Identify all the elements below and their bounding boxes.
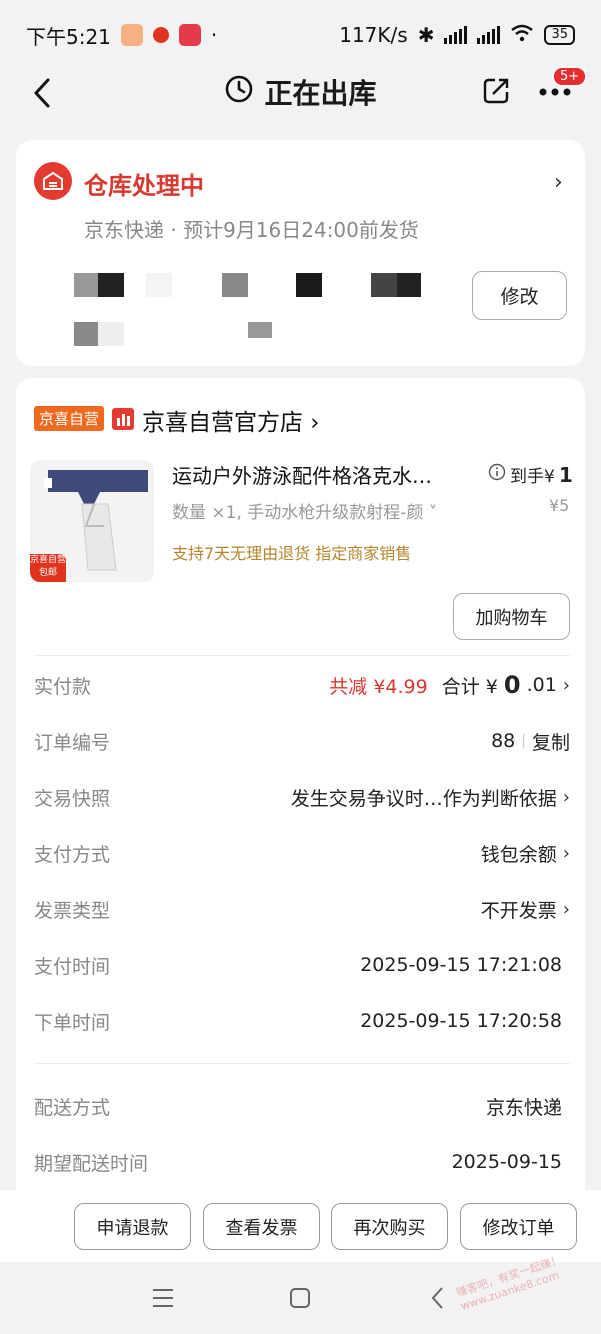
row-value: 2025-09-15 17:20:58: [360, 1010, 562, 1032]
bluetooth-icon: ✱: [417, 23, 435, 47]
price-value: 1: [558, 462, 573, 487]
row-label: 订单编号: [34, 731, 111, 754]
menu-icon[interactable]: [152, 1288, 174, 1312]
chevron-right-icon: ›: [562, 842, 570, 864]
row-label: 交易快照: [34, 787, 111, 810]
order-number-row: 订单编号 88 | 复制: [34, 721, 570, 761]
status-app-icons: ·: [120, 23, 218, 47]
separator: |: [521, 733, 526, 749]
store-logo-icon: [112, 408, 134, 430]
price-label: 到手¥: [510, 467, 555, 487]
product-image-tag: 京喜自营 包邮: [30, 554, 66, 582]
chevron-right-icon: ›: [562, 786, 570, 808]
row-value: 钱包余额: [480, 843, 557, 866]
image-tag-line2: 包邮: [38, 568, 57, 578]
divider: [34, 655, 570, 656]
view-invoice-button[interactable]: 查看发票: [203, 1203, 320, 1250]
info-icon[interactable]: [488, 463, 506, 486]
page-title-text: 正在出库: [264, 77, 377, 110]
clock-icon: [224, 74, 254, 111]
copy-button[interactable]: 复制: [532, 728, 570, 755]
row-label: 下单时间: [34, 1011, 111, 1034]
row-label: 发票类型: [34, 899, 111, 922]
discount-amount: 共减 ¥4.99: [329, 675, 428, 698]
row-value: 2025-09-15: [451, 1151, 562, 1173]
row-label: 期望配送时间: [34, 1152, 149, 1175]
dot-icon: ·: [210, 23, 218, 47]
delivery-estimate: 京东快递 · 预计9月16日24:00前发货: [84, 218, 419, 242]
signal-icon: [444, 26, 468, 44]
signal-hd-icon: [477, 26, 501, 44]
row-value: 发生交易争议时…作为判断依据: [290, 787, 557, 810]
chevron-right-icon: ›: [562, 898, 570, 920]
product-title[interactable]: 运动户外游泳配件格洛克水…: [172, 460, 472, 489]
image-tag-line1: 京喜自营: [30, 555, 67, 565]
order-time-row: 下单时间 2025-09-15 17:20:58: [34, 1001, 570, 1041]
total-int: 0: [503, 671, 521, 699]
nav-bar: 正在出库: [0, 62, 601, 124]
home-icon[interactable]: [289, 1287, 311, 1313]
app-notification-icon: [120, 24, 143, 46]
refund-button[interactable]: 申请退款: [74, 1203, 191, 1250]
buy-again-button[interactable]: 再次购买: [331, 1203, 448, 1250]
back-nav-icon[interactable]: [430, 1286, 446, 1314]
share-icon[interactable]: [481, 76, 511, 106]
modify-order-button[interactable]: 修改订单: [460, 1203, 577, 1250]
store-tag: 京喜自营: [34, 406, 105, 431]
payment-method-row[interactable]: 支付方式 钱包余额 ›: [34, 833, 570, 873]
product-image[interactable]: 京喜自营 包邮: [30, 460, 154, 582]
row-label: 配送方式: [34, 1096, 111, 1119]
payment-summary-row[interactable]: 实付款 共减 ¥4.99 合计 ¥0.01 ›: [34, 665, 570, 705]
delivery-method-row: 配送方式 京东快递: [34, 1086, 570, 1126]
expected-delivery-row: 期望配送时间 2025-09-15: [34, 1142, 570, 1182]
store-name-link[interactable]: 京喜自营官方店 ›: [142, 403, 320, 437]
chevron-right-icon: ›: [562, 674, 570, 696]
product-spec: 数量 ×1, 手动水枪升级款射程-颜 ˅: [172, 503, 438, 523]
network-speed: 117K/s: [339, 23, 408, 47]
modify-address-button[interactable]: 修改: [472, 271, 567, 320]
summary-label: 实付款: [34, 675, 92, 698]
order-number: 88: [491, 730, 516, 752]
app-notification-icon: [178, 24, 201, 46]
row-value: 2025-09-15 17:21:08: [360, 954, 562, 976]
order-action-bar: 申请退款 查看发票 再次购买 修改订单: [0, 1190, 601, 1262]
wifi-icon: [510, 23, 534, 47]
status-bar: 下午5:21 · 117K/s ✱ 35: [0, 0, 601, 70]
product-price: 到手¥ 1: [488, 462, 573, 487]
battery-icon: 35: [544, 25, 575, 45]
status-time: 下午5:21: [26, 24, 111, 49]
snapshot-row[interactable]: 交易快照 发生交易争议时…作为判断依据 ›: [34, 777, 570, 817]
row-value: 不开发票: [480, 899, 557, 922]
message-badge: 5+: [552, 66, 588, 87]
warehouse-icon: [34, 162, 72, 200]
app-notification-icon: [152, 27, 169, 43]
total-prefix: 合计 ¥: [441, 675, 498, 698]
row-label: 支付时间: [34, 955, 111, 978]
original-price: ¥5: [549, 496, 570, 515]
warehouse-status-title: 仓库处理中: [84, 172, 204, 200]
status-right: 117K/s ✱ 35: [339, 23, 575, 47]
add-to-cart-button[interactable]: 加购物车: [453, 593, 570, 640]
invoice-type-row[interactable]: 发票类型 不开发票 ›: [34, 889, 570, 929]
total-dec: .01: [526, 674, 557, 696]
product-service-tags: 支持7天无理由退货 指定商家销售: [172, 544, 412, 563]
chevron-right-icon[interactable]: ›: [554, 170, 563, 195]
shipping-status-card[interactable]: 仓库处理中 › 京东快递 · 预计9月16日24:00前发货 修改: [16, 140, 585, 366]
payment-time-row: 支付时间 2025-09-15 17:21:08: [34, 945, 570, 985]
row-value: 京东快递: [485, 1096, 562, 1119]
row-label: 支付方式: [34, 843, 111, 866]
divider: [34, 1063, 570, 1064]
order-detail-card: 京喜自营 京喜自营官方店 › 京喜自营包邮 运动户外游泳配件格洛克水… 数量 ×…: [16, 378, 585, 1198]
